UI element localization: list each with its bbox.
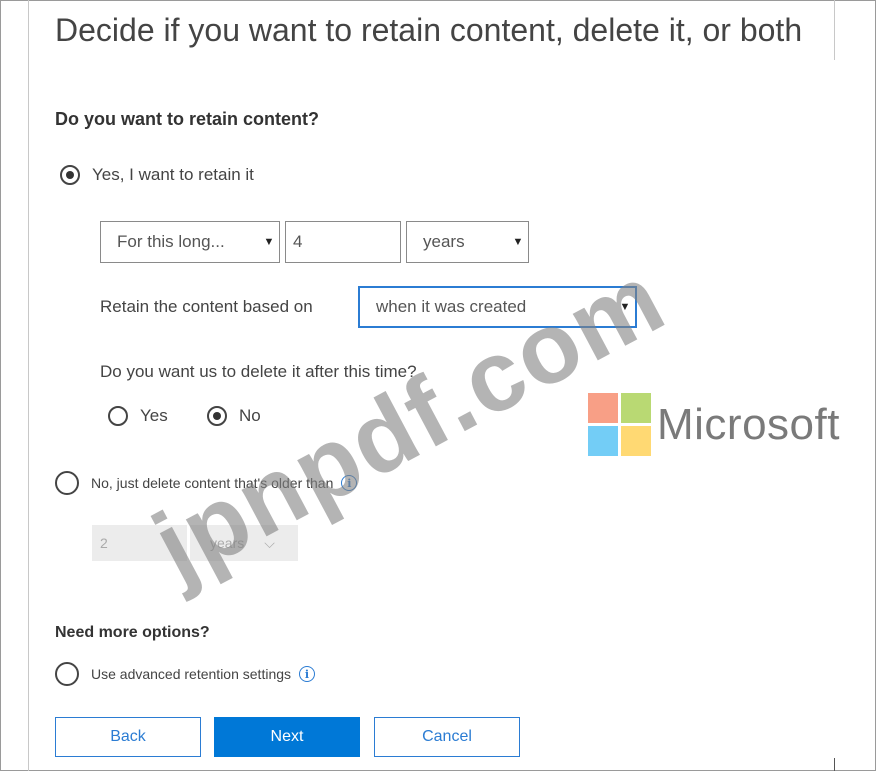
delete-only-label: No, just delete content that's older tha… <box>91 475 334 491</box>
more-options-heading: Need more options? <box>55 624 210 641</box>
dropdown-arrow-icon: ▼ <box>263 236 275 248</box>
radio-checked-icon <box>60 165 80 185</box>
dropdown-arrow-icon: ▼ <box>512 236 524 248</box>
retain-yes-radio[interactable]: Yes, I want to retain it <box>60 165 254 185</box>
based-on-label: Retain the content based on <box>100 297 313 316</box>
retention-period-dropdown[interactable]: For this long... ▼ <box>100 221 280 263</box>
back-button[interactable]: Back <box>55 717 201 757</box>
microsoft-logo-text: Microsoft <box>657 399 840 449</box>
advanced-settings-radio[interactable]: Use advanced retention settings i <box>55 662 316 686</box>
delete-yes-radio[interactable]: Yes <box>108 406 168 426</box>
cancel-button[interactable]: Cancel <box>374 717 520 757</box>
delete-question: Do you want us to delete it after this t… <box>100 362 417 381</box>
left-divider <box>28 0 29 771</box>
chevron-down-icon: ⌵ <box>264 534 275 551</box>
dropdown-arrow-icon: ▼ <box>619 301 631 313</box>
delete-yes-label: Yes <box>140 406 168 425</box>
delete-age-unit-value: years <box>210 535 245 551</box>
retention-duration-value: 4 <box>293 232 303 251</box>
delete-only-radio[interactable]: No, just delete content that's older tha… <box>55 471 358 495</box>
right-divider <box>834 0 835 60</box>
info-icon[interactable]: i <box>299 666 316 682</box>
delete-age-input: 2 <box>92 525 187 561</box>
retain-yes-label: Yes, I want to retain it <box>92 165 254 184</box>
microsoft-logo: Microsoft <box>588 393 840 456</box>
retention-unit-value: years <box>423 232 465 251</box>
logo-square-red <box>588 393 618 423</box>
radio-checked-icon <box>207 406 227 426</box>
based-on-value: when it was created <box>376 297 527 316</box>
info-icon[interactable]: i <box>341 475 358 491</box>
advanced-settings-label: Use advanced retention settings <box>91 666 292 682</box>
bottom-tick <box>834 758 835 771</box>
logo-square-green <box>621 393 651 423</box>
radio-unchecked-icon <box>55 471 79 495</box>
retention-unit-dropdown[interactable]: years ▼ <box>406 221 529 263</box>
retain-heading: Do you want to retain content? <box>55 109 319 129</box>
radio-unchecked-icon <box>108 406 128 426</box>
delete-no-radio[interactable]: No <box>207 406 261 426</box>
radio-unchecked-icon <box>55 662 79 686</box>
logo-square-blue <box>588 426 618 456</box>
based-on-dropdown[interactable]: when it was created ▼ <box>358 286 637 328</box>
microsoft-logo-icon <box>588 393 651 456</box>
delete-age-value: 2 <box>100 535 108 551</box>
retention-period-value: For this long... <box>117 232 225 251</box>
retention-duration-input[interactable]: 4 <box>285 221 401 263</box>
delete-age-unit-dropdown: years ⌵ <box>190 525 298 561</box>
delete-no-label: No <box>239 406 261 425</box>
page-title: Decide if you want to retain content, de… <box>55 12 803 48</box>
next-button[interactable]: Next <box>214 717 360 757</box>
logo-square-yellow <box>621 426 651 456</box>
